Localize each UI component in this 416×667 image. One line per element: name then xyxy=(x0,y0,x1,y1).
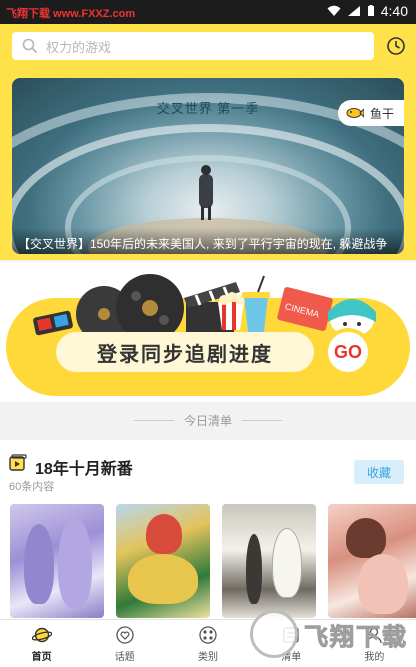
signal-icon xyxy=(347,6,360,16)
poster-card[interactable] xyxy=(328,504,416,618)
today-list-label: 今日清单 xyxy=(183,413,232,428)
nav-category-label: 类别 xyxy=(198,651,218,663)
search-placeholder: 权力的游戏 xyxy=(46,39,112,55)
poster-figure xyxy=(272,528,302,598)
status-bar: 飞翔下载 www.FXXZ.com 4:40 xyxy=(0,0,416,24)
list-icon xyxy=(283,626,299,643)
poster-figure xyxy=(128,554,198,604)
grid-dots-icon xyxy=(199,625,217,644)
nav-mine-label: 我的 xyxy=(364,651,385,663)
divider-line-left xyxy=(133,419,174,421)
go-label: GO xyxy=(333,341,362,362)
favorite-button[interactable]: 收藏 xyxy=(354,460,404,484)
play-list-icon xyxy=(9,454,27,471)
poster-figure xyxy=(58,518,92,608)
divider-line-right xyxy=(242,419,282,421)
user-icon xyxy=(366,627,383,643)
battery-icon xyxy=(367,5,374,16)
section-count: 60条内容 xyxy=(9,481,55,493)
nav-home-label: 首页 xyxy=(31,651,52,663)
poster-figure xyxy=(24,524,54,604)
history-icon[interactable] xyxy=(386,36,406,56)
ticket-icon: CINEMA xyxy=(277,287,333,331)
top-header: 权力的游戏 xyxy=(0,24,416,70)
planet-icon xyxy=(31,627,52,642)
fish-icon xyxy=(346,108,364,118)
nav-topic-label: 话题 xyxy=(114,651,135,663)
poster-figure xyxy=(146,514,182,554)
poster-figure xyxy=(358,554,408,614)
nav-mine[interactable]: 我的 xyxy=(333,620,416,667)
search-bar[interactable]: 权力的游戏 xyxy=(12,32,374,60)
nav-topic[interactable]: 话题 xyxy=(83,620,166,667)
status-time: 4:40 xyxy=(380,3,408,19)
bottom-nav: 首页 话题 类别 清单 我的 xyxy=(0,619,416,667)
popcorn-icon xyxy=(218,292,245,330)
search-icon xyxy=(22,38,38,54)
poster-figure xyxy=(346,518,386,558)
nav-home[interactable]: 首页 xyxy=(0,620,83,667)
3d-glasses-icon xyxy=(33,310,73,336)
go-button[interactable]: GO xyxy=(324,328,372,376)
login-sync-promo[interactable]: CINEMA 登录同步追剧进度 GO xyxy=(0,262,416,402)
wifi-icon xyxy=(327,5,341,16)
heart-chat-icon xyxy=(116,625,134,644)
nav-category[interactable]: 类别 xyxy=(166,620,249,667)
poster-card[interactable] xyxy=(222,504,316,618)
section-title: 18年十月新番 xyxy=(35,461,133,478)
poster-figure xyxy=(246,534,262,604)
today-list-divider: 今日清单 xyxy=(0,406,416,434)
list-section: 18年十月新番 60条内容 收藏 xyxy=(0,440,416,626)
poster-card[interactable] xyxy=(116,504,210,618)
drink-cup-icon xyxy=(242,275,270,332)
banner-tag[interactable]: 鱼干 xyxy=(337,100,404,126)
poster-row xyxy=(10,504,416,618)
banner-tag-label: 鱼干 xyxy=(369,106,394,121)
banner-caption: 【交叉世界】150年后的未来美国人, 来到了平行宇宙的现在, 躲避战争 xyxy=(12,228,404,254)
nav-list-label: 清单 xyxy=(281,651,302,663)
promo-text: 登录同步追剧进度 xyxy=(56,332,314,372)
nav-list[interactable]: 清单 xyxy=(250,620,333,667)
poster-card[interactable] xyxy=(10,504,104,618)
status-source-label: 飞翔下载 www.FXXZ.com xyxy=(6,8,136,20)
banner-carousel[interactable]: 交叉世界 第一季 鱼干 【交叉世界】150年后的未来美国人, 来到了平行宇宙的现… xyxy=(12,78,404,254)
